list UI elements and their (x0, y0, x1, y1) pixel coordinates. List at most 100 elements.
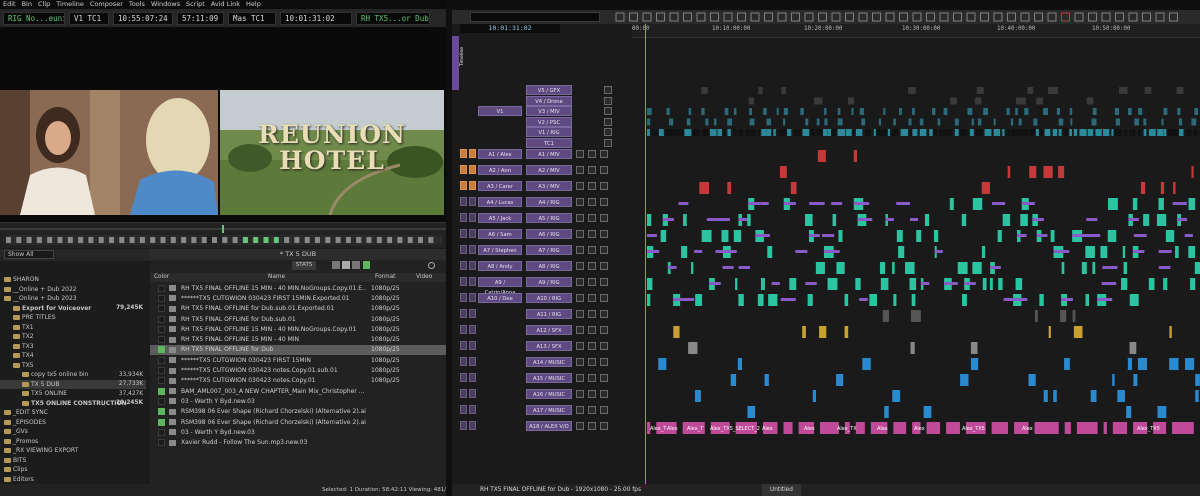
mute-button[interactable] (469, 229, 476, 238)
project-bin-item[interactable]: TX 5 DUB 27,733K (0, 379, 146, 389)
track-control-box[interactable] (588, 342, 596, 350)
track-monitor-icon[interactable] (604, 96, 612, 105)
menu-item-help[interactable]: Help (246, 0, 261, 9)
track-control-box[interactable] (600, 358, 608, 366)
project-bin-item[interactable]: Editors (0, 475, 146, 485)
transport-controls[interactable] (0, 223, 446, 249)
clip-row[interactable]: ******TX5 CUTGWION 030423 notes.Copy.01.… (150, 365, 446, 375)
untitled-label[interactable]: Untitled (762, 484, 801, 496)
track-control-box[interactable] (600, 198, 608, 206)
source-monitor-frame[interactable] (0, 90, 218, 215)
clip-row[interactable]: RH TX5 FINAL OFFLINE for Dub.sub.01.Expo… (150, 304, 446, 314)
solo-button[interactable] (460, 277, 467, 286)
project-bin-item[interactable]: copy tx5 online bin 33,934K (0, 370, 146, 380)
source-track[interactable]: A8 / Andy (478, 261, 522, 271)
solo-button[interactable] (460, 165, 467, 174)
track-control-box[interactable] (576, 278, 584, 286)
track-control-box[interactable] (600, 246, 608, 254)
track-control-box[interactable] (588, 150, 596, 158)
solo-button[interactable] (460, 197, 467, 206)
timeline-side-tab[interactable]: Timeline (452, 36, 465, 90)
project-bin-item[interactable]: TX5 ONLINE CONSTRUCTION 19,245K (0, 399, 146, 409)
col-format[interactable]: Format (375, 273, 395, 282)
menu-item-edit[interactable]: Edit (3, 0, 16, 9)
menu-item-composer[interactable]: Composer (90, 0, 123, 9)
solo-button[interactable] (460, 357, 467, 366)
track-control-box[interactable] (588, 230, 596, 238)
col-name[interactable]: Name (268, 273, 285, 282)
track-name[interactable]: A1 / MIV (526, 149, 572, 159)
list-view-icon[interactable] (342, 261, 350, 269)
track-name[interactable]: A16 / MUSIC (526, 389, 572, 399)
track-control-box[interactable] (588, 406, 596, 414)
source-track-label[interactable]: V1 TC1 (69, 11, 109, 25)
clip-row[interactable]: 03 - Werth Y Byd.new.03 (150, 427, 446, 437)
project-bin-item[interactable]: TX5 (0, 361, 146, 371)
mute-button[interactable] (469, 213, 476, 222)
project-bin-item[interactable]: TX2 (0, 332, 146, 342)
bin-search-icon[interactable] (428, 262, 435, 269)
track-control-box[interactable] (600, 278, 608, 286)
source-track[interactable]: A7 / Stephen (478, 245, 522, 255)
solo-button[interactable] (460, 213, 467, 222)
track-control-box[interactable] (600, 406, 608, 414)
mute-button[interactable] (469, 149, 476, 158)
clip-row[interactable]: BAM_AML007_003_A NEW CHAPTER_Main Mix_Ch… (150, 386, 446, 396)
track-control-box[interactable] (576, 246, 584, 254)
track-name[interactable]: A18 / ALEX V/O (526, 421, 572, 431)
project-bin-item[interactable]: TX5 ONLINE 37,427K (0, 389, 146, 399)
timeline-tracks[interactable]: Alex_T Alex Alex_T Alex_TX5_SELECT_2 Alex Ale… (632, 38, 1200, 438)
mute-button[interactable] (469, 357, 476, 366)
source-track[interactable]: A9 / Catrin/Anna (478, 277, 522, 296)
project-bin-item[interactable]: _EDIT SYNC (0, 408, 146, 418)
track-name[interactable]: A10 / RIG (526, 293, 572, 303)
source-track[interactable]: A2 / Ann (478, 165, 522, 175)
project-bin-item[interactable]: Export for Voiceover 79,245K (0, 304, 146, 314)
track-control-box[interactable] (588, 374, 596, 382)
track-name[interactable]: A9 / RIG (526, 277, 572, 287)
source-track[interactable]: A4 / Lucas (478, 197, 522, 207)
track-name[interactable]: V4 / Drone (526, 95, 572, 106)
project-bin-item[interactable]: TX1 (0, 323, 146, 333)
track-name[interactable]: A11 / RIG (526, 309, 572, 319)
project-bin-item[interactable]: TX4 (0, 351, 146, 361)
clip-row[interactable]: Xavier Rudd - Follow The Sun.mp3.new.03 (150, 437, 446, 447)
track-name[interactable]: A3 / MIV (526, 181, 572, 191)
solo-button[interactable] (460, 389, 467, 398)
mute-button[interactable] (469, 181, 476, 190)
track-control-box[interactable] (576, 358, 584, 366)
mute-button[interactable] (469, 373, 476, 382)
track-name[interactable]: TC1 (526, 138, 572, 148)
mute-button[interactable] (469, 245, 476, 254)
track-control-box[interactable] (600, 166, 608, 174)
track-control-box[interactable] (588, 390, 596, 398)
mute-button[interactable] (469, 277, 476, 286)
mute-button[interactable] (469, 389, 476, 398)
track-control-box[interactable] (600, 310, 608, 318)
track-monitor-icon[interactable] (604, 128, 612, 136)
track-control-box[interactable] (588, 422, 596, 430)
track-control-box[interactable] (588, 262, 596, 270)
solo-button[interactable] (460, 405, 467, 414)
track-control-box[interactable] (600, 182, 608, 190)
menu-item-script[interactable]: Script (186, 0, 205, 9)
menu-item-bin[interactable]: Bin (22, 0, 32, 9)
project-bin-item[interactable]: Clips (0, 465, 146, 475)
view-selector[interactable]: STATS (292, 261, 316, 270)
source-track[interactable]: A1 / Alex (478, 149, 522, 159)
track-control-box[interactable] (588, 278, 596, 286)
col-video[interactable]: Video (416, 273, 432, 282)
clip-row[interactable]: RH TX5 FINAL OFFLINE 15 MIN - 40 MIN.NoG… (150, 324, 446, 334)
project-bin-item[interactable]: __Online + Dub 2023 (0, 294, 146, 304)
project-bin-item[interactable]: _GVs (0, 427, 146, 437)
track-control-box[interactable] (576, 374, 584, 382)
track-control-box[interactable] (576, 406, 584, 414)
track-control-box[interactable] (588, 214, 596, 222)
timeline-tool-icons[interactable] (612, 10, 1200, 24)
source-track[interactable]: A3 / Carer (478, 181, 522, 191)
mute-button[interactable] (469, 261, 476, 270)
track-control-box[interactable] (576, 342, 584, 350)
track-control-box[interactable] (576, 310, 584, 318)
track-name[interactable]: A12 / SFX (526, 325, 572, 335)
track-monitor-icon[interactable] (604, 117, 612, 126)
